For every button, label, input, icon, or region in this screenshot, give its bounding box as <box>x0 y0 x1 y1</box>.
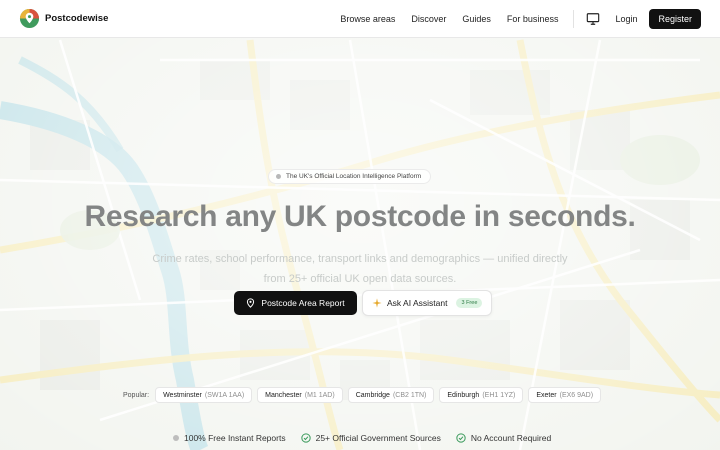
feature-no-account: No Account Required <box>456 433 551 443</box>
popular-chip-exeter[interactable]: Exeter (EX6 9AD) <box>528 387 602 403</box>
check-circle-icon <box>456 433 466 443</box>
feature-label: No Account Required <box>470 433 552 443</box>
register-button[interactable]: Register <box>649 8 701 29</box>
popular-chip-manchester[interactable]: Manchester (M1 1AD) <box>257 387 343 403</box>
nav-divider <box>573 9 575 28</box>
brand-logo[interactable]: Postcodewise <box>19 8 108 29</box>
chip-code: (M1 1AD) <box>304 391 335 399</box>
hero-actions: Postcode Area Report Ask AI Assistant 3 … <box>234 290 492 316</box>
nav-for-business[interactable]: For business <box>507 14 559 24</box>
popular-chip-cambridge[interactable]: Cambridge (CB2 1TN) <box>347 387 435 403</box>
chip-code: (EX6 9AD) <box>559 391 594 399</box>
ai-assistant-label: Ask AI Assistant <box>387 298 448 308</box>
top-navbar: Postcodewise Browse areas Discover Guide… <box>0 0 720 38</box>
chip-name: Edinburgh <box>447 391 480 399</box>
popular-chip-edinburgh[interactable]: Edinburgh (EH1 1YZ) <box>439 387 524 403</box>
dot-icon <box>173 435 179 441</box>
chip-name: Exeter <box>536 391 557 399</box>
chip-name: Manchester <box>265 391 302 399</box>
postcode-report-button[interactable]: Postcode Area Report <box>234 291 357 315</box>
map-pin-icon <box>247 298 255 308</box>
monitor-icon[interactable] <box>586 12 600 26</box>
feature-label: 25+ Official Government Sources <box>315 433 441 443</box>
feature-label: 100% Free Instant Reports <box>184 433 286 443</box>
hero-subtitle: Crime rates, school performance, transpo… <box>152 253 568 285</box>
brand-name: Postcodewise <box>45 13 109 24</box>
badge-dot-icon <box>276 174 281 179</box>
popular-postcodes: Popular: Westminster (SW1A 1AA) Manchest… <box>123 387 606 403</box>
chip-name: Cambridge <box>355 391 390 399</box>
login-link[interactable]: Login <box>615 14 637 24</box>
chip-code: (EH1 1YZ) <box>482 391 516 399</box>
ai-assistant-button[interactable]: Ask AI Assistant 3 Free <box>362 290 492 316</box>
hero-section: The UK's Official Location Intelligence … <box>0 0 720 450</box>
popular-label: Popular: <box>123 391 150 399</box>
sparkle-icon <box>372 298 382 308</box>
feature-free-reports: 100% Free Instant Reports <box>173 433 286 443</box>
nav-guides[interactable]: Guides <box>462 14 491 24</box>
badge-text: The UK's Official Location Intelligence … <box>286 173 422 180</box>
postcode-report-label: Postcode Area Report <box>261 298 345 308</box>
platform-badge: The UK's Official Location Intelligence … <box>268 169 432 184</box>
hero-title: Research any UK postcode in seconds. <box>84 200 636 233</box>
nav-discover[interactable]: Discover <box>411 14 446 24</box>
main-nav: Browse areas Discover Guides For busines… <box>340 14 558 24</box>
popular-chip-westminster[interactable]: Westminster (SW1A 1AA) <box>155 387 253 403</box>
feature-official-sources: 25+ Official Government Sources <box>300 433 441 443</box>
chip-code: (SW1A 1AA) <box>204 391 245 399</box>
logo-globe-icon <box>19 8 40 29</box>
chip-name: Westminster <box>163 391 202 399</box>
feature-list: 100% Free Instant Reports 25+ Official G… <box>173 433 566 443</box>
chip-code: (CB2 1TN) <box>392 391 427 399</box>
check-circle-icon <box>300 433 311 443</box>
free-uses-badge: 3 Free <box>456 298 483 308</box>
nav-browse-areas[interactable]: Browse areas <box>340 14 395 24</box>
